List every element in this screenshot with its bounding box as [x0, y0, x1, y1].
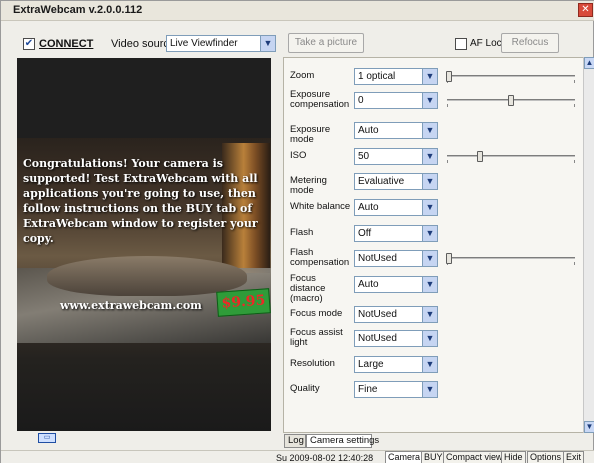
- setting-select[interactable]: Auto ▼: [354, 199, 438, 216]
- refocus-button[interactable]: Refocus: [501, 33, 559, 53]
- setting-slider[interactable]: [445, 71, 577, 83]
- slider-ticks: [447, 160, 575, 163]
- setting-slider[interactable]: [445, 95, 577, 107]
- close-button[interactable]: ✕: [578, 3, 593, 17]
- setting-value: 0: [358, 95, 364, 106]
- setting-select[interactable]: 1 optical ▼: [354, 68, 438, 85]
- setting-label: Metering mode: [290, 175, 327, 196]
- chevron-down-icon[interactable]: ▼: [422, 251, 437, 266]
- camera-settings-panel: [283, 57, 594, 433]
- setting-value: Evaluative: [358, 176, 405, 187]
- setting-select[interactable]: Off ▼: [354, 225, 438, 242]
- video-source-select[interactable]: Live Viewfinder ▼: [166, 35, 276, 52]
- setting-select[interactable]: Evaluative ▼: [354, 173, 438, 190]
- setting-slider[interactable]: [445, 253, 577, 265]
- chevron-down-icon[interactable]: ▼: [422, 382, 437, 397]
- setting-select[interactable]: 50 ▼: [354, 148, 438, 165]
- video-source-value: Live Viewfinder: [170, 38, 238, 49]
- nav-buy[interactable]: BUY: [421, 451, 446, 463]
- slider-ticks: [447, 80, 575, 83]
- setting-label: Exposure compensation: [290, 89, 350, 110]
- setting-select[interactable]: Fine ▼: [354, 381, 438, 398]
- status-datetime: Su 2009-08-02 12:40:28: [276, 453, 374, 463]
- setting-select[interactable]: NotUsed ▼: [354, 306, 438, 323]
- slider-ticks: [447, 262, 575, 265]
- settings-scrollbar[interactable]: ▲ ▼: [583, 57, 594, 433]
- nav-exit[interactable]: Exit: [563, 451, 585, 463]
- chevron-down-icon[interactable]: ▼: [422, 200, 437, 215]
- setting-slider[interactable]: [445, 151, 577, 163]
- setting-value: 1 optical: [358, 71, 396, 82]
- slider-thumb[interactable]: [446, 71, 452, 82]
- preview-message: Congratulations! Your camera is supporte…: [23, 157, 258, 245]
- setting-label: Quality: [290, 383, 320, 394]
- setting-select[interactable]: Large ▼: [354, 356, 438, 373]
- camera-preview: Congratulations! Your camera is supporte…: [17, 58, 271, 431]
- chevron-down-icon[interactable]: ▼: [422, 149, 437, 164]
- app-window: ExtraWebcam v.2.0.0.112 ✕ ✔ CONNECT Vide…: [0, 0, 594, 463]
- slider-thumb[interactable]: [508, 95, 514, 106]
- connect-checkbox[interactable]: ✔: [23, 38, 35, 50]
- slider-track: [447, 155, 575, 157]
- setting-label: Resolution: [290, 358, 335, 369]
- nav-camera[interactable]: Camera: [385, 451, 424, 463]
- setting-value: Auto: [358, 202, 379, 213]
- setting-label: Exposure mode: [290, 124, 331, 145]
- setting-value: NotUsed: [358, 333, 397, 344]
- setting-value: Large: [358, 359, 384, 370]
- setting-label: Zoom: [290, 70, 315, 81]
- tab-camera-settings[interactable]: Camera settings: [306, 434, 379, 448]
- setting-value: Auto: [358, 279, 379, 290]
- setting-value: Fine: [358, 384, 378, 395]
- title-bar[interactable]: ExtraWebcam v.2.0.0.112 ✕: [1, 1, 594, 21]
- setting-label: Focus assist light: [290, 327, 343, 348]
- setting-select[interactable]: Auto ▼: [354, 122, 438, 139]
- connect-label[interactable]: CONNECT: [39, 38, 93, 50]
- take-picture-button[interactable]: Take a picture: [288, 33, 364, 53]
- nav-options[interactable]: Options: [527, 451, 565, 463]
- setting-label: Flash: [290, 227, 314, 238]
- setting-value: 50: [358, 151, 370, 162]
- setting-select[interactable]: NotUsed ▼: [354, 330, 438, 347]
- price-tag: $9.95: [216, 288, 271, 317]
- setting-label: Focus mode: [290, 308, 343, 319]
- setting-value: NotUsed: [358, 309, 397, 320]
- setting-value: NotUsed: [358, 253, 397, 264]
- tab-log[interactable]: Log: [284, 434, 306, 448]
- chevron-down-icon[interactable]: ▼: [422, 307, 437, 322]
- setting-label: White balance: [290, 201, 351, 212]
- arrow-up-icon[interactable]: ▲: [584, 57, 594, 69]
- setting-value: Off: [358, 228, 372, 239]
- photo-arm: [47, 256, 247, 296]
- chevron-down-icon[interactable]: ▼: [422, 174, 437, 189]
- setting-select[interactable]: NotUsed ▼: [354, 250, 438, 267]
- arrow-down-icon[interactable]: ▼: [584, 421, 594, 433]
- setting-select[interactable]: Auto ▼: [354, 276, 438, 293]
- setting-label: Focus distance (macro): [290, 273, 326, 304]
- chevron-down-icon[interactable]: ▼: [260, 36, 275, 51]
- chevron-down-icon[interactable]: ▼: [422, 93, 437, 108]
- slider-track: [447, 257, 575, 259]
- setting-label: Flash compensation: [290, 247, 350, 268]
- setting-label: ISO: [290, 150, 307, 161]
- chevron-down-icon[interactable]: ▼: [422, 69, 437, 84]
- slider-thumb[interactable]: [446, 253, 452, 264]
- chevron-down-icon[interactable]: ▼: [422, 226, 437, 241]
- chevron-down-icon[interactable]: ▼: [422, 357, 437, 372]
- preview-url: www.extrawebcam.com: [60, 299, 202, 312]
- slider-track: [447, 75, 575, 77]
- nav-compact-view[interactable]: Compact view: [443, 451, 506, 463]
- status-bar: Su 2009-08-02 12:40:28 Camera BUY Compac…: [1, 450, 594, 463]
- monitor-icon[interactable]: ▭: [38, 433, 56, 443]
- chevron-down-icon[interactable]: ▼: [422, 331, 437, 346]
- nav-hide[interactable]: Hide: [501, 451, 526, 463]
- af-lock-checkbox[interactable]: [455, 38, 467, 50]
- chevron-down-icon[interactable]: ▼: [422, 123, 437, 138]
- setting-select[interactable]: 0 ▼: [354, 92, 438, 109]
- slider-thumb[interactable]: [477, 151, 483, 162]
- setting-value: Auto: [358, 125, 379, 136]
- chevron-down-icon[interactable]: ▼: [422, 277, 437, 292]
- window-title: ExtraWebcam v.2.0.0.112: [13, 4, 143, 16]
